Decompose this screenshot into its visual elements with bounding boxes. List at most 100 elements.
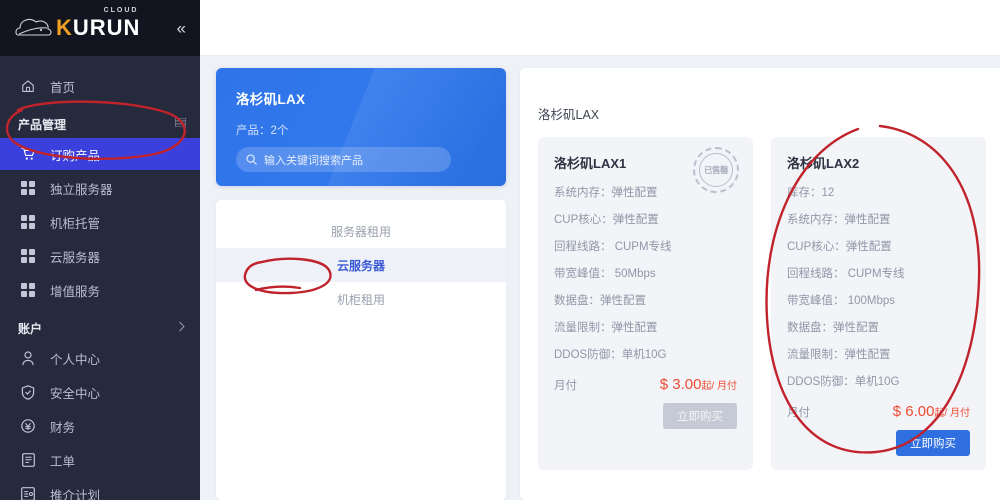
ticket-icon (18, 451, 38, 469)
tab-label: 机柜租用 (336, 292, 385, 307)
product-spec: 回程线路： CUPM专线 (554, 241, 672, 253)
sidebar-group-label: 产品管理 (18, 117, 67, 132)
tab-cloud-server[interactable]: 云服务器 (216, 248, 506, 282)
left-column: 洛杉矶LAX 产品：2个 输入关键词搜索产品 服务器租用 云服务器 机柜租用 (216, 68, 506, 500)
home-icon (18, 77, 38, 95)
product-spec: 库存：12 (787, 187, 835, 199)
sidebar-item-label: 安全中心 (50, 386, 101, 401)
buy-row: 立即购买 (787, 430, 970, 456)
product-list-panel: 洛杉矶LAX 洛杉矶LAX1 已售罄 系统内存：弹性配置 CUP核心：弹性配置 … (520, 68, 1000, 500)
search-input[interactable]: 输入关键词搜索产品 (236, 147, 451, 172)
product-spec: 系统内存：弹性配置 (787, 214, 891, 226)
tab-server-rental[interactable]: 服务器租用 (216, 214, 506, 248)
product-spec: 数据盘：弹性配置 (787, 322, 879, 334)
product-spec: 回程线路： CUPM专线 (787, 268, 905, 280)
sold-out-badge-label: 已售罄 (699, 153, 733, 187)
sidebar-item-cloud-server[interactable]: 云服务器 (0, 240, 200, 272)
sidebar-item-label: 增值服务 (50, 284, 101, 299)
price-row: 月付 $ 6.00起/ 月付 (787, 403, 970, 420)
sidebar-item-label: 机柜托管 (50, 216, 101, 231)
product-spec: 流量限制：弹性配置 (554, 322, 658, 334)
top-header-bar (200, 0, 1000, 56)
price-value: $ 3.00起/ 月付 (660, 376, 737, 393)
shield-icon (18, 383, 38, 401)
referral-icon (18, 485, 38, 500)
list-icon (174, 117, 187, 130)
sidebar-item-value-added[interactable]: 增值服务 (0, 274, 200, 306)
price-value: $ 6.00起/ 月付 (893, 403, 970, 420)
sidebar-item-finance[interactable]: 财务 (0, 410, 200, 442)
sidebar-nav: 首页 产品管理 订购产品 独立服务器 机柜托管 云服务器 增值服务 账户 个人中… (0, 56, 200, 500)
sidebar-item-security-center[interactable]: 安全中心 (0, 376, 200, 408)
search-placeholder-text: 输入关键词搜索产品 (264, 154, 363, 167)
user-icon (18, 349, 38, 367)
sidebar-item-label: 独立服务器 (50, 182, 113, 197)
price-amount: $ 3.00 (659, 376, 702, 393)
price-label: 月付 (787, 407, 810, 419)
sidebar-item-label: 首页 (50, 80, 76, 95)
brand-super-label: CLOUD (103, 7, 139, 14)
sidebar-item-label: 云服务器 (50, 250, 101, 265)
sidebar: K URUN CLOUD « 首页 产品管理 订购产品 独立服务器 机柜托管 云… (0, 0, 200, 500)
brand-name-rest: URUN (72, 15, 141, 40)
price-row: 月付 $ 3.00起/ 月付 (554, 376, 737, 393)
sidebar-group-account[interactable]: 账户 (0, 314, 200, 342)
buy-now-button[interactable]: 立即购买 (896, 430, 970, 456)
cart-icon (18, 145, 38, 163)
product-spec: DDOS防御：单机10G (787, 376, 900, 388)
brand-name-accent: K (56, 15, 73, 40)
tab-cabinet-rental[interactable]: 机柜租用 (216, 282, 506, 316)
sidebar-item-label: 工单 (50, 454, 76, 469)
grid-icon (18, 281, 38, 299)
product-card-row: 洛杉矶LAX1 已售罄 系统内存：弹性配置 CUP核心：弹性配置 回程线路： C… (538, 137, 986, 470)
cloud-icon (14, 15, 54, 41)
money-icon (18, 417, 38, 435)
product-name: 洛杉矶LAX2 (787, 156, 860, 171)
price-label: 月付 (554, 380, 577, 392)
tab-label: 服务器租用 (330, 224, 391, 239)
region-title: 洛杉矶LAX (236, 92, 306, 107)
region-product-count: 产品：2个 (236, 125, 289, 137)
region-summary-card: 洛杉矶LAX 产品：2个 输入关键词搜索产品 (216, 68, 506, 186)
sidebar-item-home[interactable]: 首页 (0, 70, 200, 102)
chevron-right-icon (178, 321, 186, 335)
logo-bar: K URUN CLOUD « (0, 0, 200, 56)
grid-icon (18, 213, 38, 231)
category-tabs-panel: 服务器租用 云服务器 机柜租用 (216, 200, 506, 500)
sidebar-group-product[interactable]: 产品管理 (0, 110, 200, 138)
sidebar-item-label: 个人中心 (50, 352, 101, 367)
tab-label: 云服务器 (336, 258, 385, 273)
grid-icon (18, 179, 38, 197)
sidebar-item-colocation[interactable]: 机柜托管 (0, 206, 200, 238)
product-spec: 流量限制：弹性配置 (787, 349, 891, 361)
sidebar-item-referral[interactable]: 推介计划 (0, 478, 200, 500)
sidebar-group-label: 账户 (18, 321, 43, 336)
app-root: K URUN CLOUD « 首页 产品管理 订购产品 独立服务器 机柜托管 云… (0, 0, 1000, 500)
price-amount: $ 6.00 (892, 403, 935, 420)
buy-now-button[interactable]: 立即购买 (663, 403, 737, 429)
product-card-lax2[interactable]: 洛杉矶LAX2 库存：12 系统内存：弹性配置 CUP核心：弹性配置 回程线路：… (771, 137, 986, 470)
product-spec: CUP核心：弹性配置 (787, 241, 892, 253)
product-spec: 带宽峰值： 100Mbps (787, 295, 896, 307)
panel-title: 洛杉矶LAX (538, 108, 600, 122)
collapse-sidebar-icon[interactable]: « (177, 20, 186, 37)
price-suffix: 起/ 月付 (934, 408, 970, 419)
sidebar-item-ticket[interactable]: 工单 (0, 444, 200, 476)
price-suffix: 起/ 月付 (701, 381, 737, 392)
grid-icon (18, 247, 38, 265)
buy-row: 立即购买 (554, 403, 737, 429)
sidebar-item-personal-center[interactable]: 个人中心 (0, 342, 200, 374)
sold-out-badge: 已售罄 (693, 147, 739, 193)
brand-wordmark: K URUN CLOUD (56, 7, 141, 40)
product-spec: DDOS防御：单机10G (554, 349, 667, 361)
product-card-lax1[interactable]: 洛杉矶LAX1 已售罄 系统内存：弹性配置 CUP核心：弹性配置 回程线路： C… (538, 137, 753, 470)
search-icon (246, 154, 257, 165)
main-area: 洛杉矶LAX 产品：2个 输入关键词搜索产品 服务器租用 云服务器 机柜租用 洛… (200, 0, 1000, 500)
sidebar-item-label: 推介计划 (50, 488, 101, 500)
content-area: 洛杉矶LAX 产品：2个 输入关键词搜索产品 服务器租用 云服务器 机柜租用 洛… (200, 56, 1000, 500)
sidebar-item-dedicated-server[interactable]: 独立服务器 (0, 172, 200, 204)
product-spec: 数据盘：弹性配置 (554, 295, 646, 307)
product-spec: 带宽峰值： 50Mbps (554, 268, 656, 280)
sidebar-item-order-product[interactable]: 订购产品 (0, 138, 200, 170)
product-spec: CUP核心：弹性配置 (554, 214, 659, 226)
